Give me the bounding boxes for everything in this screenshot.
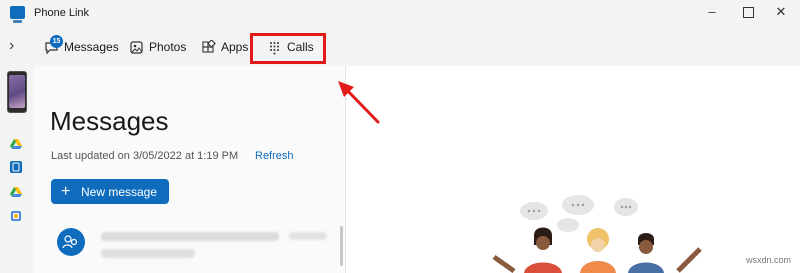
watermark: wsxdn.com — [746, 255, 792, 265]
new-message-button[interactable]: + New message — [51, 179, 169, 204]
messages-unread-badge: 15 — [50, 35, 63, 48]
group-avatar-icon — [57, 228, 85, 256]
blurred-message-preview — [101, 249, 195, 258]
expand-chevron-icon[interactable]: › — [9, 37, 23, 55]
maximize-icon — [742, 7, 754, 18]
messages-panel: Messages Last updated on 3/05/2022 at 1:… — [33, 66, 346, 273]
drive-icon[interactable] — [10, 138, 22, 150]
last-updated-text: Last updated on 3/05/2022 at 1:19 PM — [51, 150, 239, 162]
notifications-icon[interactable] — [10, 161, 22, 173]
phone-link-logo-icon — [10, 6, 25, 23]
list-item[interactable] — [33, 216, 345, 273]
apps-grid-icon — [200, 39, 216, 55]
tab-photos[interactable]: Photos — [128, 37, 186, 57]
top-navigation: › Messages Photos Apps Calls — [0, 28, 800, 66]
drive-icon-2[interactable] — [10, 186, 22, 198]
page-title: Messages — [50, 106, 169, 136]
people-chatting-illustration — [492, 195, 702, 273]
close-button[interactable]: ✕ — [773, 4, 789, 20]
tab-photos-label: Photos — [149, 40, 187, 54]
tab-apps-label: Apps — [221, 40, 249, 54]
tab-messages-label: Messages — [64, 40, 119, 54]
minimize-button[interactable]: – — [704, 4, 720, 20]
app-tile-icon[interactable] — [10, 210, 22, 222]
left-rail — [0, 66, 33, 273]
blurred-date — [289, 232, 327, 240]
new-message-label: New message — [81, 184, 158, 199]
scrollbar[interactable] — [340, 226, 343, 266]
window-title: Phone Link — [34, 7, 90, 19]
calls-highlight-box — [250, 33, 326, 64]
phone-thumbnail[interactable] — [7, 71, 27, 113]
photo-icon — [128, 39, 144, 55]
annotation-arrow-icon — [338, 81, 380, 124]
tab-apps[interactable]: Apps — [200, 37, 248, 57]
maximize-button[interactable] — [740, 4, 756, 20]
title-bar: Phone Link – ✕ — [0, 0, 800, 28]
blurred-contact-name — [101, 232, 279, 241]
plus-icon: + — [61, 182, 71, 200]
refresh-link[interactable]: Refresh — [255, 150, 294, 162]
